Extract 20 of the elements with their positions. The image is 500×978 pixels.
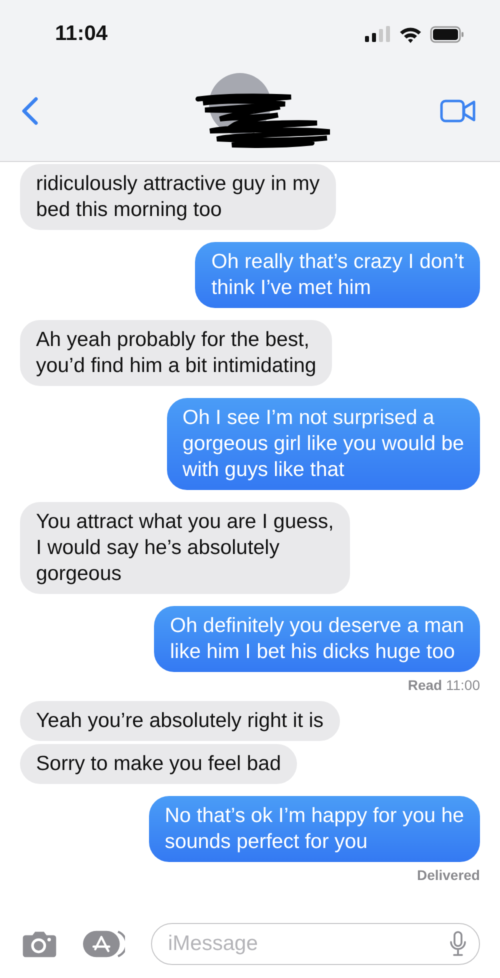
received-message: Yeah you’re absolutely right it is: [20, 701, 340, 741]
app-store-icon[interactable]: [83, 928, 125, 960]
received-message: ridiculously attractive guy in my bed this morning too: [20, 164, 336, 230]
received-message: Ah yeah probably for the best, you’d find him a bit intimidating: [20, 320, 332, 386]
message-status: Read 11:00: [408, 677, 480, 693]
status-time: 11:04: [55, 22, 108, 46]
battery-icon: [430, 26, 464, 42]
message-status: Delivered: [416, 867, 480, 883]
sent-message: Oh really that’s crazy I don’t think I’ve met him: [195, 242, 480, 308]
microphone-icon[interactable]: [450, 931, 466, 957]
sent-message: Oh I see I’m not surprised a gorgeous girl like you would be with guys like that: [166, 398, 480, 490]
received-message: You attract what you are I guess, I would say he’s absolutely gorgeous: [20, 502, 350, 594]
message-field[interactable]: iMessage: [151, 923, 480, 965]
sent-message: No that’s ok I’m happy for you he sounds perfect for you: [148, 796, 480, 862]
wifi-icon: [399, 26, 422, 42]
video-call-icon[interactable]: [440, 98, 476, 124]
received-message: Sorry to make you feel bad: [20, 744, 297, 784]
back-icon[interactable]: [20, 96, 40, 126]
signal-icon: [365, 26, 391, 42]
sent-message: Oh definitely you deserve a man like him I bet his dicks huge too: [154, 606, 480, 672]
